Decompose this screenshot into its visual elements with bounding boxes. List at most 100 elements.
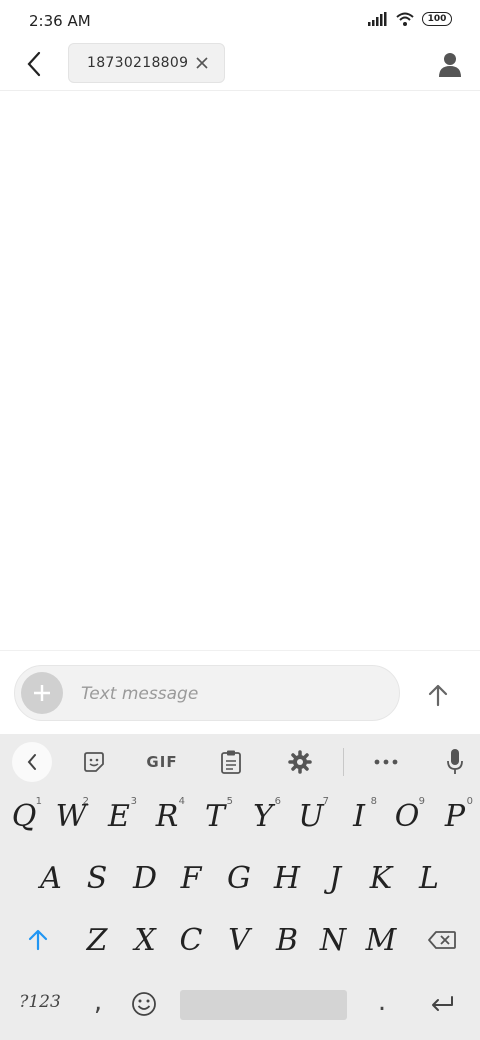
key-label: Z [86,922,108,958]
key-q[interactable]: Q1 [3,790,45,842]
voice-input-button[interactable] [438,744,472,780]
gif-button[interactable]: GIF [140,744,184,780]
key-r[interactable]: R4 [146,790,188,842]
status-bar: 2:36 AM 100 [0,0,480,42]
send-button[interactable] [420,677,456,713]
keyboard-collapse-button[interactable] [12,742,52,782]
settings-button[interactable] [282,744,318,780]
space-bar[interactable] [180,990,347,1020]
key-number: 1 [35,796,42,807]
key-m[interactable]: M [360,914,402,966]
clipboard-button[interactable] [213,744,249,780]
back-button[interactable] [20,50,48,78]
status-icons: 100 [368,12,452,26]
key-number: 0 [466,796,473,807]
sticker-button[interactable] [76,744,112,780]
more-button[interactable] [368,744,404,780]
key-u[interactable]: U7 [290,790,332,842]
key-label: M [365,922,397,958]
key-number: 3 [130,796,137,807]
comma-key[interactable]: , [80,980,116,1024]
symbols-key[interactable]: ?123 [12,980,68,1024]
attach-button[interactable] [21,672,63,714]
message-composer [0,650,480,735]
key-w[interactable]: W2 [50,790,92,842]
key-t[interactable]: T5 [194,790,236,842]
key-number: 8 [370,796,377,807]
key-label: H [273,860,301,896]
backspace-icon [428,931,456,949]
key-label: Y [253,798,273,834]
enter-key[interactable] [420,984,464,1024]
key-c[interactable]: C [170,914,212,966]
key-label: J [328,860,342,896]
key-d[interactable]: D [124,852,166,904]
close-icon[interactable] [194,55,210,71]
battery-icon: 100 [422,12,452,26]
key-label: C [179,922,203,958]
key-h[interactable]: H [266,852,308,904]
key-z[interactable]: Z [76,914,118,966]
key-label: R [155,798,179,834]
key-number: 5 [226,796,233,807]
key-label: D [132,860,158,896]
key-e[interactable]: E3 [98,790,140,842]
comma-label: , [93,987,103,1017]
key-label: X [134,922,156,958]
shift-key[interactable] [16,914,60,966]
key-x[interactable]: X [124,914,166,966]
key-label: E [108,798,130,834]
key-j[interactable]: J [314,852,356,904]
key-label: Q [11,798,37,834]
key-v[interactable]: V [218,914,260,966]
period-key[interactable]: . [364,980,400,1024]
key-label: S [86,860,108,896]
wifi-icon [396,12,414,26]
key-s[interactable]: S [76,852,118,904]
period-label: . [377,987,387,1017]
key-f[interactable]: F [170,852,212,904]
sticker-icon [84,752,104,772]
key-label: U [298,798,324,834]
backspace-key[interactable] [418,914,466,966]
recipient-chip[interactable]: 18730218809 [68,43,225,83]
arrow-up-icon [428,684,448,707]
key-i[interactable]: I8 [338,790,380,842]
key-label: L [419,860,439,896]
key-g[interactable]: G [218,852,260,904]
enter-icon [432,996,453,1011]
key-label: A [40,860,62,896]
key-l[interactable]: L [408,852,450,904]
mic-icon [447,749,463,774]
key-number: 6 [274,796,281,807]
keyboard-toolbar: GIF [0,734,480,790]
message-input[interactable] [79,676,383,712]
key-y[interactable]: Y6 [242,790,284,842]
more-icon [374,759,398,765]
emoji-icon [132,992,156,1016]
key-number: 4 [178,796,185,807]
person-icon[interactable] [436,50,464,78]
gif-label: GIF [146,753,178,771]
emoji-key[interactable] [126,984,162,1024]
key-label: K [369,860,393,896]
key-label: F [180,860,202,896]
conversation-header: 18730218809 [0,42,480,91]
toolbar-divider [343,748,344,776]
key-a[interactable]: A [30,852,72,904]
key-number: 7 [322,796,329,807]
symbols-label: ?123 [19,992,61,1012]
key-label: B [275,922,299,958]
signal-icon [368,12,387,26]
key-p[interactable]: P0 [434,790,476,842]
key-n[interactable]: N [312,914,354,966]
key-b[interactable]: B [266,914,308,966]
key-label: I [353,798,365,834]
battery-level: 100 [427,14,447,24]
key-k[interactable]: K [360,852,402,904]
status-time: 2:36 AM [29,12,91,30]
clipboard-icon [221,750,241,774]
key-label: N [319,922,347,958]
key-label: P [444,798,466,834]
key-o[interactable]: O9 [386,790,428,842]
